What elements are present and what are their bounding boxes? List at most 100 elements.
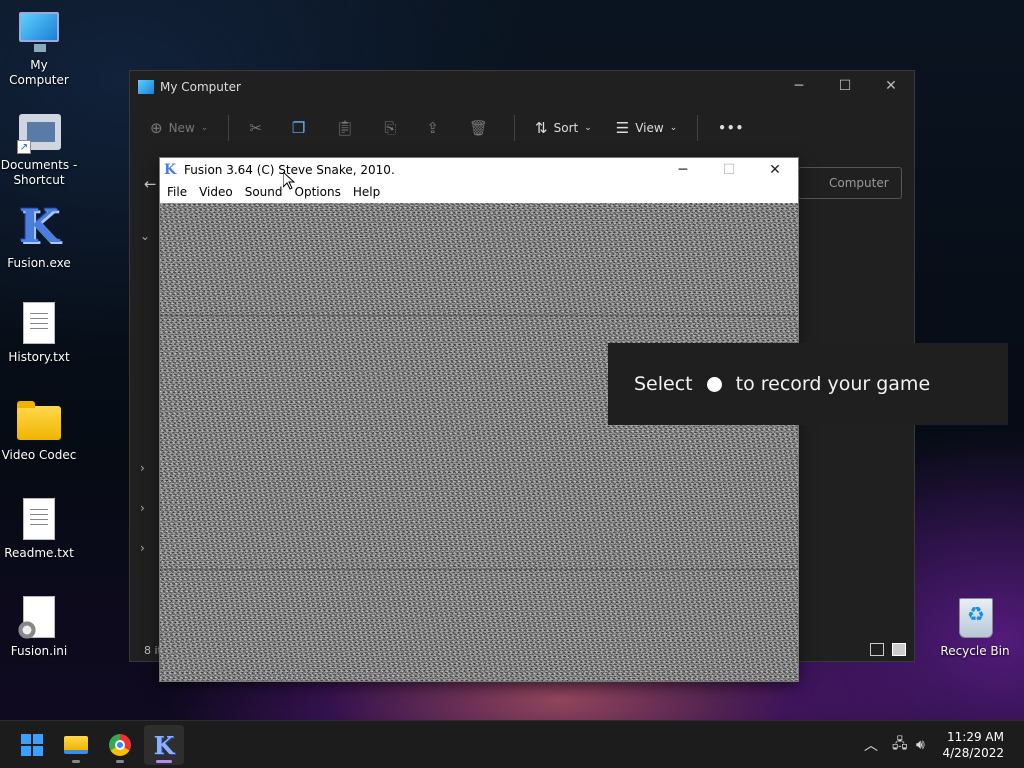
address-bar[interactable]: Computer: [798, 167, 902, 199]
close-button[interactable]: ✕: [868, 71, 914, 101]
maximize-button[interactable]: ☐: [706, 158, 752, 182]
chevron-down-icon[interactable]: ⌄: [140, 229, 150, 243]
fusion-menu-bar: File Video Sound Options Help: [160, 182, 798, 202]
desktop-icon-label: My Computer: [9, 58, 69, 87]
new-button[interactable]: ⊕ New ⌄: [150, 119, 208, 137]
record-dot-icon: [706, 376, 722, 392]
scissors-icon: ✂: [249, 119, 262, 137]
new-label: New: [168, 121, 195, 135]
desktop-icon-label: History.txt: [8, 350, 70, 364]
chevron-down-icon: ⌄: [200, 123, 209, 133]
copy-icon: ❐: [291, 119, 306, 137]
toolbar-divider: [514, 115, 516, 141]
desktop-icon-my-computer[interactable]: My Computer: [0, 10, 78, 88]
running-indicator: [116, 760, 124, 763]
emulator-screen[interactable]: [160, 203, 798, 681]
start-button[interactable]: [12, 725, 52, 765]
toolbar-divider: [228, 115, 230, 141]
desktop-icon-label: Video Codec: [1, 448, 77, 462]
chevron-right-icon[interactable]: ›: [140, 541, 145, 555]
desktop-icon-fusion-exe[interactable]: K Fusion.exe: [0, 202, 78, 271]
minimize-button[interactable]: ─: [660, 158, 706, 182]
share-icon: ⇪: [426, 119, 439, 137]
desktop-icon-label: Fusion.exe: [7, 256, 71, 270]
file-explorer-icon: [64, 736, 88, 754]
minimize-button[interactable]: ─: [776, 71, 822, 101]
maximize-button[interactable]: ☐: [822, 71, 868, 101]
desktop-icon-label: Readme.txt: [4, 546, 74, 560]
fusion-k-icon: K: [153, 730, 175, 760]
tray-overflow-chevron-icon[interactable]: ︿: [864, 721, 878, 768]
explorer-toolbar: ⊕ New ⌄ ✂ ❐ 📋︎ ⎘ ⇪ 🗑︎ ⇅ Sort ⌄ ☰ View ⌄ …: [130, 103, 914, 153]
menu-options[interactable]: Options: [290, 185, 346, 199]
share-button[interactable]: ⇪: [426, 119, 445, 137]
windows-logo-icon: [21, 734, 43, 756]
chrome-icon: [109, 734, 131, 756]
desktop-icon-label: Documents - Shortcut: [0, 158, 78, 187]
taskbar: K ︿ 🖧︎ 🔊︎ 11:29 AM 4/28/2022: [0, 720, 1024, 768]
clock-date: 4/28/2022: [942, 746, 1004, 760]
taskbar-fusion[interactable]: K: [144, 725, 184, 765]
gear-icon: [17, 620, 37, 640]
sort-label: Sort: [553, 121, 579, 135]
chevron-right-icon[interactable]: ›: [140, 501, 145, 515]
desktop-icon-fusion-ini[interactable]: Fusion.ini: [0, 596, 78, 659]
chevron-right-icon[interactable]: ›: [140, 461, 145, 475]
toast-text-record: to record your game: [735, 373, 931, 395]
active-indicator: [156, 760, 172, 763]
computer-icon: [138, 80, 154, 94]
menu-video[interactable]: Video: [194, 185, 238, 199]
monitor-icon: [19, 12, 59, 52]
sort-button[interactable]: ⇅ Sort ⌄: [535, 119, 592, 137]
game-bar-record-toast: Select to record your game: [608, 343, 1008, 425]
taskbar-chrome[interactable]: [100, 725, 140, 765]
taskbar-file-explorer[interactable]: [56, 725, 96, 765]
volume-icon[interactable]: 🔊︎: [916, 721, 925, 768]
desktop-icon-label: Fusion.ini: [10, 644, 68, 658]
rename-button[interactable]: ⎘: [384, 119, 402, 137]
toast-text-select: Select: [634, 373, 693, 395]
more-options-button[interactable]: •••: [718, 121, 744, 135]
fusion-k-icon: K: [19, 199, 59, 253]
view-button[interactable]: ☰ View ⌄: [616, 119, 677, 137]
menu-file[interactable]: File: [162, 185, 192, 199]
more-dots-icon: •••: [718, 121, 745, 135]
toolbar-divider: [697, 115, 699, 141]
desktop-icon-readme-txt[interactable]: Readme.txt: [0, 498, 78, 561]
fusion-k-icon: K: [164, 162, 177, 178]
menu-help[interactable]: Help: [348, 185, 385, 199]
close-button[interactable]: ✕: [752, 158, 798, 182]
desktop-icon-label: Recycle Bin: [940, 644, 1010, 658]
clock-time: 11:29 AM: [947, 730, 1004, 744]
scanline: [160, 569, 798, 570]
copy-button[interactable]: ❐: [292, 119, 311, 137]
paste-button[interactable]: 📋︎: [335, 119, 360, 137]
back-arrow-icon[interactable]: ←: [144, 175, 157, 193]
clipboard-icon: 📋︎: [335, 119, 355, 137]
taskbar-clock[interactable]: 11:29 AM 4/28/2022: [942, 729, 1004, 761]
details-view-icon[interactable]: [870, 643, 884, 656]
sort-arrows-icon: ⇅: [535, 119, 548, 137]
network-icon[interactable]: 🖧︎: [892, 721, 908, 768]
desktop-icon-video-codec[interactable]: Video Codec: [0, 400, 78, 463]
plus-circle-icon: ⊕: [150, 119, 163, 137]
desktop-icon-recycle-bin[interactable]: Recycle Bin: [936, 596, 1014, 659]
text-file-icon: [23, 498, 55, 540]
shortcut-arrow-icon: ↗: [17, 140, 31, 154]
explorer-window-controls: ─ ☐ ✕: [776, 71, 914, 101]
chevron-down-icon: ⌄: [584, 123, 592, 133]
desktop-icon-documents-shortcut[interactable]: ↗ Documents - Shortcut: [0, 110, 78, 188]
scanline: [160, 315, 798, 316]
delete-button[interactable]: 🗑︎: [469, 119, 494, 137]
menu-sound[interactable]: Sound: [240, 185, 288, 199]
explorer-title: My Computer: [160, 80, 241, 94]
trash-icon: 🗑︎: [468, 119, 489, 137]
tiles-view-icon[interactable]: [892, 643, 906, 656]
cut-button[interactable]: ✂: [249, 119, 268, 137]
running-indicator: [72, 760, 80, 763]
view-label: View: [635, 121, 664, 135]
desktop-icon-history-txt[interactable]: History.txt: [0, 302, 78, 365]
text-file-icon: [23, 302, 55, 344]
rename-icon: ⎘: [384, 119, 397, 137]
folder-icon: [17, 401, 61, 440]
